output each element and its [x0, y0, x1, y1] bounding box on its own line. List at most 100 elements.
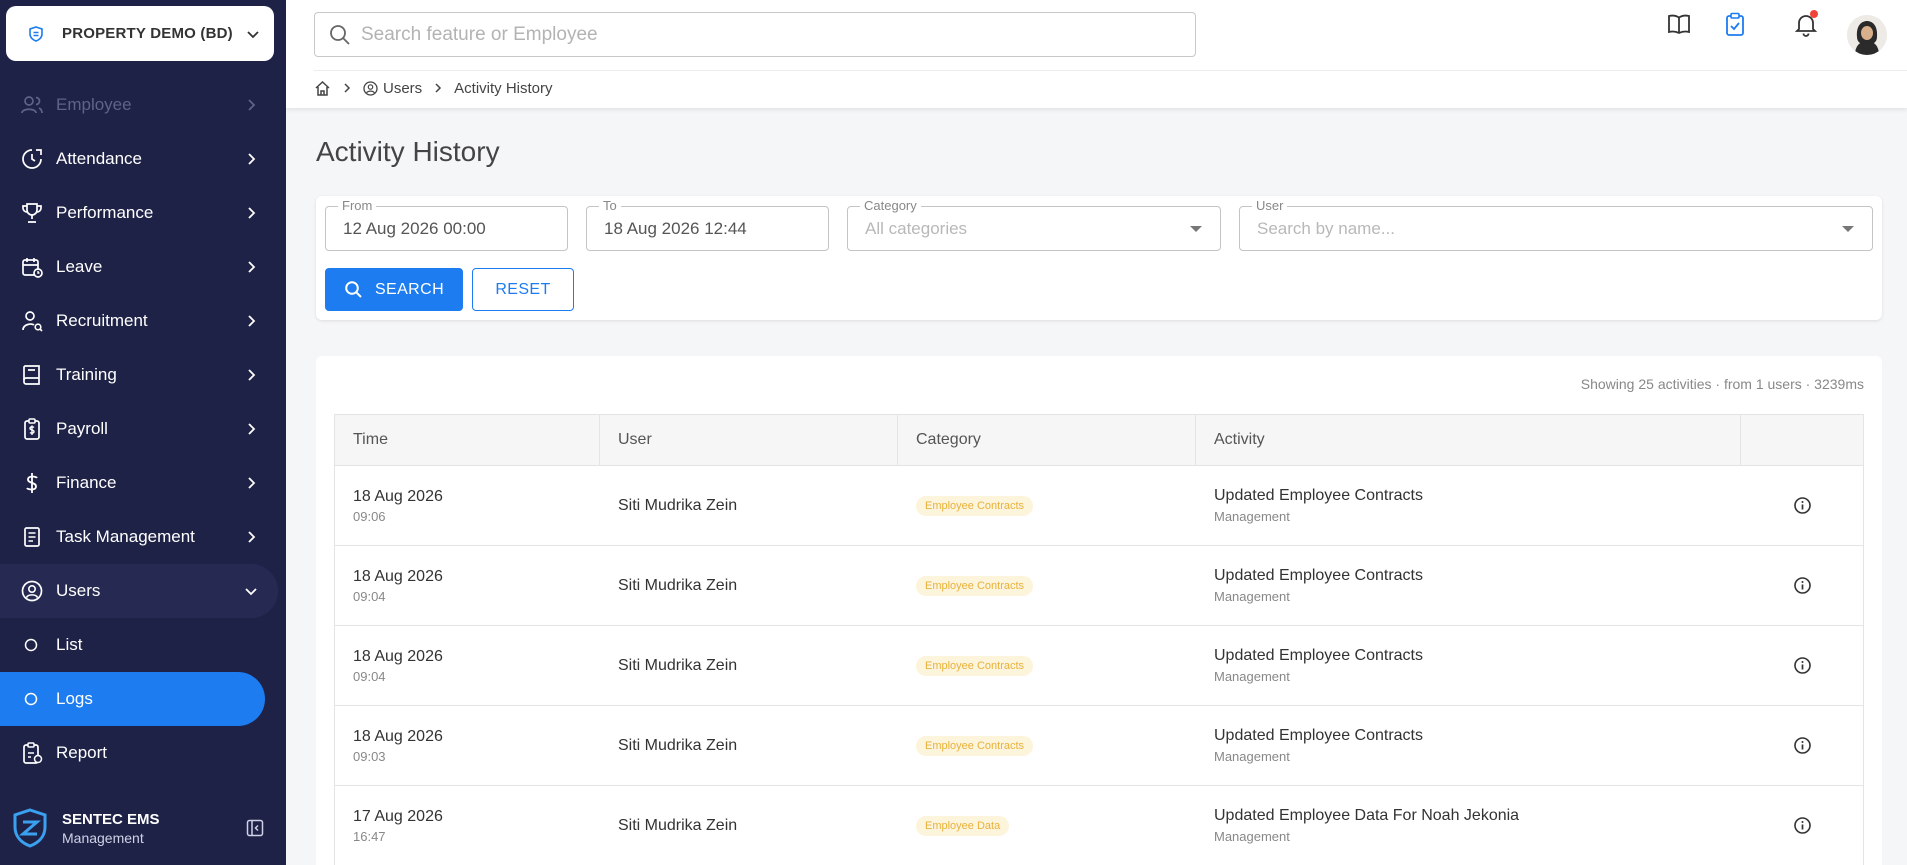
tasks-button[interactable]	[1720, 9, 1750, 39]
category-select[interactable]: Category All categories	[847, 198, 1221, 251]
sidebar-item-recruitment[interactable]: Recruitment	[0, 294, 286, 348]
chevron-right-icon	[248, 261, 256, 273]
row-user: Siti Mudrika Zein	[618, 656, 738, 674]
sidebar-item-label: Users	[56, 581, 101, 600]
row-activity: Updated Employee Contracts	[1214, 647, 1423, 664]
reset-button-label: RESET	[495, 280, 551, 298]
guide-book-button[interactable]	[1664, 9, 1694, 39]
category-badge: Employee Contracts	[916, 575, 1034, 596]
sidebar-item-leave[interactable]: Leave	[0, 240, 286, 294]
to-value: 18 Aug 2026 12:44	[604, 219, 747, 238]
brand-subtitle: Management	[62, 829, 144, 846]
org-switcher[interactable]: PROPERTY DEMO (BD)	[6, 6, 274, 61]
row-date: 18 Aug 2026	[353, 647, 443, 665]
row-time: 16:47	[353, 828, 386, 844]
user-placeholder: Search by name...	[1257, 219, 1395, 238]
sidebar-nav: Employee Attendance Performance Leave Re…	[0, 78, 286, 780]
to-date-field[interactable]: To 18 Aug 2026 12:44	[586, 198, 829, 251]
row-time: 09:03	[353, 748, 386, 764]
clipboard-chart-icon	[20, 741, 44, 765]
sidebar-item-performance[interactable]: Performance	[0, 186, 286, 240]
row-time: 09:04	[353, 668, 386, 684]
header-category: Category	[898, 415, 1196, 465]
user-avatar[interactable]	[1847, 15, 1887, 55]
table-row: 18 Aug 2026 09:06 Siti Mudrika Zein Emplo…	[335, 466, 1863, 546]
table-header: Time User Category Activity	[335, 415, 1863, 466]
row-activity: Updated Employee Contracts	[1214, 487, 1423, 504]
sidebar-subitem-logs[interactable]: Logs	[0, 672, 265, 726]
sidebar-item-finance[interactable]: Finance	[0, 456, 286, 510]
info-icon[interactable]	[1793, 816, 1812, 835]
sidebar-item-report[interactable]: Report	[0, 726, 286, 780]
to-label: To	[599, 198, 621, 213]
filter-card: From 12 Aug 2026 00:00 To 18 Aug 2026 12…	[316, 196, 1882, 320]
user-select[interactable]: User Search by name...	[1239, 198, 1873, 251]
sidebar-item-training[interactable]: Training	[0, 348, 286, 402]
sidebar-item-attendance[interactable]: Attendance	[0, 132, 286, 186]
sidebar-item-label: Employee	[56, 95, 132, 114]
reset-button[interactable]: RESET	[472, 268, 574, 311]
sidebar-item-label: Performance	[56, 203, 154, 222]
header-actions	[1741, 415, 1863, 465]
page-title: Activity History	[316, 136, 500, 167]
breadcrumb-users[interactable]: Users	[383, 80, 422, 97]
topbar: Users Activity History	[286, 0, 1907, 108]
sidebar-item-label: Task Management	[56, 527, 195, 546]
notification-dot	[1810, 10, 1818, 18]
category-badge: Employee Contracts	[916, 495, 1034, 516]
open-book-icon	[1668, 14, 1690, 35]
clipboard-dollar-icon	[20, 417, 44, 441]
chevron-right-icon	[248, 99, 256, 111]
chevron-right-icon	[248, 531, 256, 543]
home-icon[interactable]	[314, 80, 331, 97]
sidebar-item-label: Training	[56, 365, 117, 384]
topbar-divider	[314, 70, 1907, 71]
info-icon[interactable]	[1793, 496, 1812, 515]
user-label: User	[1252, 198, 1288, 213]
category-label: Category	[860, 198, 921, 213]
category-badge: Employee Contracts	[916, 655, 1034, 676]
sidebar-item-label: Payroll	[56, 419, 108, 438]
search-box[interactable]	[314, 12, 1196, 57]
sidebar-item-label: List	[56, 635, 83, 654]
row-activity: Updated Employee Contracts	[1214, 727, 1423, 744]
sidebar-item-payroll[interactable]: Payroll	[0, 402, 286, 456]
row-date: 18 Aug 2026	[353, 487, 443, 505]
sidebar-item-label: Report	[56, 743, 108, 762]
sidebar-subitem-list[interactable]: List	[0, 618, 286, 672]
sidebar-item-employee[interactable]: Employee	[0, 78, 286, 132]
search-button[interactable]: SEARCH	[325, 268, 463, 311]
activity-table-card: Showing 25 activities · from 1 users · 3…	[316, 356, 1882, 865]
user-circle-icon	[363, 80, 378, 96]
sidebar-item-users[interactable]: Users	[0, 564, 278, 618]
search-button-label: SEARCH	[374, 280, 445, 298]
chevron-right-icon	[248, 207, 256, 219]
chevron-right-icon	[248, 369, 256, 381]
chevron-down-icon	[247, 30, 259, 38]
row-activity: Updated Employee Contracts	[1214, 567, 1423, 584]
breadcrumb-current: Activity History	[454, 79, 553, 97]
table-row: 18 Aug 2026 09:03 Siti Mudrika Zein Emplo…	[335, 706, 1863, 786]
row-date: 17 Aug 2026	[353, 807, 443, 825]
chevron-right-icon	[248, 477, 256, 489]
table-row: 17 Aug 2026 16:47 Siti Mudrika Zein Emplo…	[335, 786, 1863, 865]
sidebar-item-task-management[interactable]: Task Management	[0, 510, 286, 564]
row-date: 18 Aug 2026	[353, 727, 443, 745]
search-input[interactable]	[361, 23, 1161, 46]
table-row: 18 Aug 2026 09:04 Siti Mudrika Zein Emplo…	[335, 626, 1863, 706]
category-placeholder: All categories	[865, 219, 968, 238]
row-activity-sub: Management	[1214, 829, 1290, 844]
user-circle-icon	[20, 579, 44, 603]
from-date-field[interactable]: From 12 Aug 2026 00:00	[325, 198, 568, 251]
notifications-button[interactable]	[1791, 9, 1821, 39]
avatar-image	[1847, 15, 1887, 55]
row-activity-sub: Management	[1214, 509, 1290, 524]
header-time: Time	[335, 415, 600, 465]
info-icon[interactable]	[1793, 656, 1812, 675]
info-icon[interactable]	[1793, 736, 1812, 755]
from-value: 12 Aug 2026 00:00	[343, 219, 486, 238]
info-icon[interactable]	[1793, 576, 1812, 595]
chevron-right-icon	[248, 153, 256, 165]
collapse-sidebar-icon[interactable]	[246, 819, 264, 837]
category-badge: Employee Contracts	[916, 735, 1034, 756]
